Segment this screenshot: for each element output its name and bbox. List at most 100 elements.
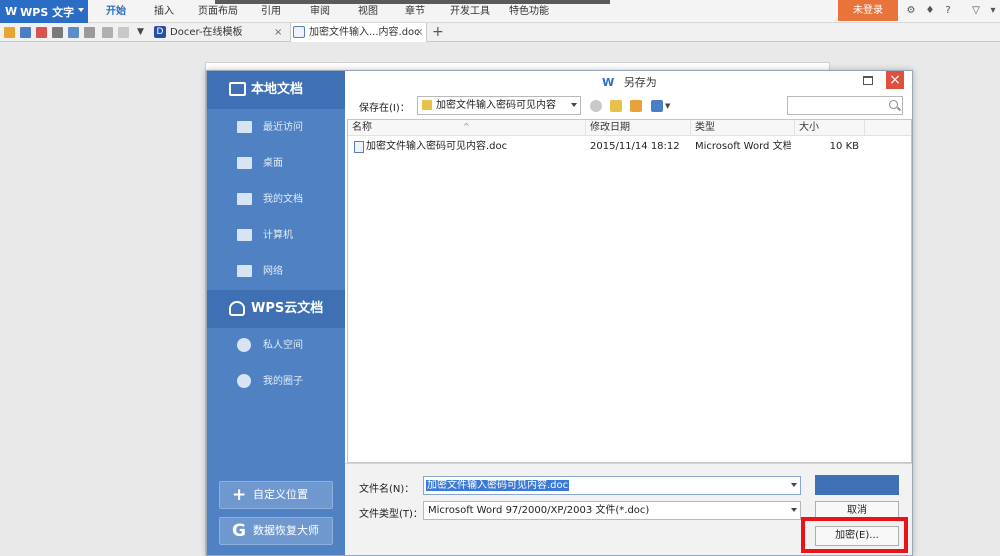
sidebar-item-desktop[interactable]: 桌面: [207, 146, 345, 182]
cloud-icon: [229, 301, 245, 316]
save-icon[interactable]: [20, 27, 31, 38]
view-menu-icon[interactable]: [651, 100, 663, 112]
sidebar-item-private-space[interactable]: 私人空间: [207, 328, 345, 364]
view-dropdown-icon[interactable]: ▼: [665, 100, 671, 112]
up-folder-icon[interactable]: [610, 100, 622, 112]
open-icon[interactable]: [4, 27, 15, 38]
collapse-ribbon-icon[interactable]: ▽: [970, 5, 982, 17]
filename-value: 加密文件输入密码可见内容.doc: [426, 480, 570, 491]
more-icon[interactable]: ▾: [987, 5, 999, 17]
help-icon[interactable]: ?: [942, 5, 954, 17]
column-size[interactable]: 大小: [795, 120, 865, 136]
path-bar: 保存在(I)： 加密文件输入密码可见内容 ▼: [345, 93, 912, 119]
sidebar-cloud-documents[interactable]: WPS云文档: [207, 290, 345, 328]
file-modified: 2015/11/14 18:12: [590, 141, 680, 152]
print-preview-icon[interactable]: [68, 27, 79, 38]
network-icon: [237, 265, 252, 277]
column-type[interactable]: 类型: [691, 120, 795, 136]
shirt-icon[interactable]: ♦: [924, 5, 936, 17]
file-list-header: 名称 ^ 修改日期 类型 大小: [348, 120, 911, 136]
sidebar-local-label: 本地文档: [251, 82, 304, 97]
sidebar-item-label: 我的文档: [263, 194, 303, 205]
filetype-label: 文件类型(T)：: [359, 509, 423, 520]
search-icon: [889, 100, 898, 109]
undo-icon[interactable]: [102, 27, 113, 38]
sidebar-item-label: 桌面: [263, 158, 283, 169]
new-tab-button[interactable]: +: [432, 23, 444, 41]
sidebar-item-recent[interactable]: 最近访问: [207, 110, 345, 146]
menu-developer[interactable]: 开发工具: [450, 0, 490, 23]
close-tab-document-icon[interactable]: ×: [415, 23, 423, 42]
sidebar-item-label: 网络: [263, 266, 283, 277]
save-in-label: 保存在(I)：: [359, 103, 410, 114]
menu-home[interactable]: 开始: [106, 0, 126, 23]
close-button[interactable]: ×: [886, 71, 904, 89]
monitor-icon: [229, 82, 246, 96]
login-button[interactable]: 未登录: [838, 0, 898, 21]
sidebar-item-my-circle[interactable]: 我的圈子: [207, 364, 345, 400]
save-button[interactable]: [815, 475, 899, 495]
folder-icon: [237, 193, 252, 205]
file-name: 加密文件输入密码可见内容.doc: [366, 141, 508, 152]
redo-icon[interactable]: [118, 27, 129, 38]
sidebar-item-my-documents[interactable]: 我的文档: [207, 182, 345, 218]
plus-icon: +: [232, 485, 247, 505]
save-as-dialog: 本地文档 最近访问 桌面 我的文档 计算机 网络 WPS云文档 私人空间 我的圈…: [206, 70, 913, 556]
app-menu-button[interactable]: W WPS 文字: [0, 0, 88, 23]
menu-features[interactable]: 特色功能: [509, 0, 549, 23]
new-folder-icon[interactable]: [630, 100, 642, 112]
search-input[interactable]: [787, 96, 903, 115]
annotation-highlight: [801, 517, 908, 553]
menu-references[interactable]: 引用: [261, 0, 281, 23]
tab-bar: ▼ D Docer-在线模板 × 加密文件输入...内容.doc × +: [0, 23, 1000, 42]
maximize-button[interactable]: [863, 76, 873, 85]
menu-insert[interactable]: 插入: [154, 0, 174, 23]
folder-select[interactable]: 加密文件输入密码可见内容: [417, 96, 581, 115]
column-name[interactable]: 名称 ^: [348, 120, 586, 136]
export-pdf-icon[interactable]: [36, 27, 47, 38]
dialog-title: 另存为: [623, 76, 657, 89]
group-icon: [237, 374, 251, 388]
filename-input[interactable]: 加密文件输入密码可见内容.doc: [423, 476, 801, 495]
menu-view[interactable]: 视图: [358, 0, 378, 23]
folder-icon: [422, 100, 432, 110]
sidebar-item-network[interactable]: 网络: [207, 254, 345, 290]
file-type: Microsoft Word 文档: [695, 141, 791, 152]
chevron-down-icon: [78, 8, 84, 12]
data-recovery-button[interactable]: G 数据恢复大师: [219, 517, 333, 545]
chevron-down-icon: [791, 508, 797, 512]
tab-docer[interactable]: D Docer-在线模板 ×: [152, 23, 288, 42]
sidebar-cloud-label: WPS云文档: [251, 301, 324, 316]
computer-icon: [237, 229, 252, 241]
menu-page-layout[interactable]: 页面布局: [198, 0, 238, 23]
current-folder: 加密文件输入密码可见内容: [436, 100, 556, 111]
tab-active-document[interactable]: 加密文件输入...内容.doc ×: [290, 23, 427, 42]
settings-icon[interactable]: ⚙: [905, 5, 917, 17]
file-row[interactable]: 加密文件输入密码可见内容.doc 2015/11/14 18:12 Micros…: [348, 138, 911, 156]
file-list: 名称 ^ 修改日期 类型 大小 加密文件输入密码可见内容.doc 2015/11…: [347, 119, 912, 463]
filetype-select[interactable]: Microsoft Word 97/2000/XP/2003 文件(*.doc): [423, 501, 801, 520]
data-recovery-label: 数据恢复大师: [253, 524, 319, 537]
custom-location-button[interactable]: + 自定义位置: [219, 481, 333, 509]
close-tab-docer-icon[interactable]: ×: [274, 23, 282, 42]
back-icon[interactable]: [590, 100, 602, 112]
dialog-main: W 另存为 × 保存在(I)： 加密文件输入密码可见内容 ▼ 名称 ^ 修改日期…: [345, 71, 912, 555]
filetype-value: Microsoft Word 97/2000/XP/2003 文件(*.doc): [428, 505, 650, 516]
dialog-sidebar: 本地文档 最近访问 桌面 我的文档 计算机 网络 WPS云文档 私人空间 我的圈…: [207, 71, 345, 555]
column-modified[interactable]: 修改日期: [586, 120, 691, 136]
column-name-label: 名称: [352, 122, 372, 133]
filename-label: 文件名(N)：: [359, 484, 415, 495]
user-lock-icon: [237, 338, 251, 352]
sidebar-item-label: 计算机: [263, 230, 293, 241]
sidebar-item-computer[interactable]: 计算机: [207, 218, 345, 254]
quick-access-dropdown-icon[interactable]: ▼: [137, 27, 148, 38]
app-name: WPS 文字: [20, 5, 75, 19]
sidebar-local-documents[interactable]: 本地文档: [207, 71, 345, 109]
spellcheck-icon[interactable]: [84, 27, 95, 38]
menu-sections[interactable]: 章节: [405, 0, 425, 23]
print-icon[interactable]: [52, 27, 63, 38]
chevron-down-icon: [791, 483, 797, 487]
menu-review[interactable]: 审阅: [310, 0, 330, 23]
desktop-icon: [237, 157, 252, 169]
file-size: 10 KB: [829, 141, 859, 152]
